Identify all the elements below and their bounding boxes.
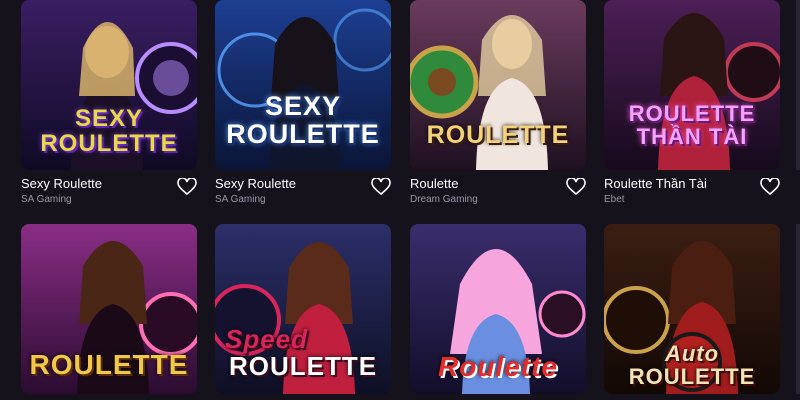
heart-icon[interactable]	[177, 178, 197, 196]
game-thumbnail[interactable]: ROULETTE	[21, 224, 197, 394]
game-thumbnail[interactable]: SEXY ROULETTE	[21, 0, 197, 170]
game-logo: SEXY ROULETTE	[40, 105, 178, 158]
heart-icon[interactable]	[760, 178, 780, 196]
game-logo: Auto ROULETTE	[628, 341, 756, 390]
next-card-peek	[796, 224, 800, 394]
game-provider: Ebet	[604, 194, 625, 205]
game-thumbnail[interactable]: Auto ROULETTE	[604, 224, 780, 394]
game-provider: Dream Gaming	[410, 194, 478, 205]
game-title[interactable]: Roulette Thần Tài	[604, 176, 707, 191]
heart-icon[interactable]	[566, 178, 586, 196]
game-provider: SA Gaming	[215, 194, 266, 205]
game-title[interactable]: Roulette	[410, 176, 458, 191]
game-title[interactable]: Sexy Roulette	[215, 176, 296, 191]
game-logo: ROULETTE	[426, 121, 570, 149]
heart-icon[interactable]	[371, 178, 391, 196]
roulette-wheel-icon	[724, 42, 780, 102]
game-logo: Roulette	[438, 351, 558, 382]
game-logo: Speed ROULETTE	[225, 324, 378, 382]
game-title[interactable]: Sexy Roulette	[21, 176, 102, 191]
roulette-wheel-icon	[538, 290, 586, 338]
game-thumbnail[interactable]: ROULETTE	[410, 0, 586, 170]
game-thumbnail[interactable]: Speed ROULETTE	[215, 224, 391, 394]
next-card-peek	[796, 0, 800, 170]
game-thumbnail[interactable]: SEXY ROULETTE	[215, 0, 391, 170]
game-logo: ROULETTE	[29, 349, 189, 380]
game-logo: ROULETTE THẦN TÀI	[628, 101, 756, 150]
game-provider: SA Gaming	[21, 194, 72, 205]
roulette-wheel-icon	[139, 292, 197, 356]
game-thumbnail[interactable]: Roulette	[410, 224, 586, 394]
game-logo: SEXY ROULETTE	[226, 91, 380, 150]
game-thumbnail[interactable]: ROULETTE THẦN TÀI	[604, 0, 780, 170]
